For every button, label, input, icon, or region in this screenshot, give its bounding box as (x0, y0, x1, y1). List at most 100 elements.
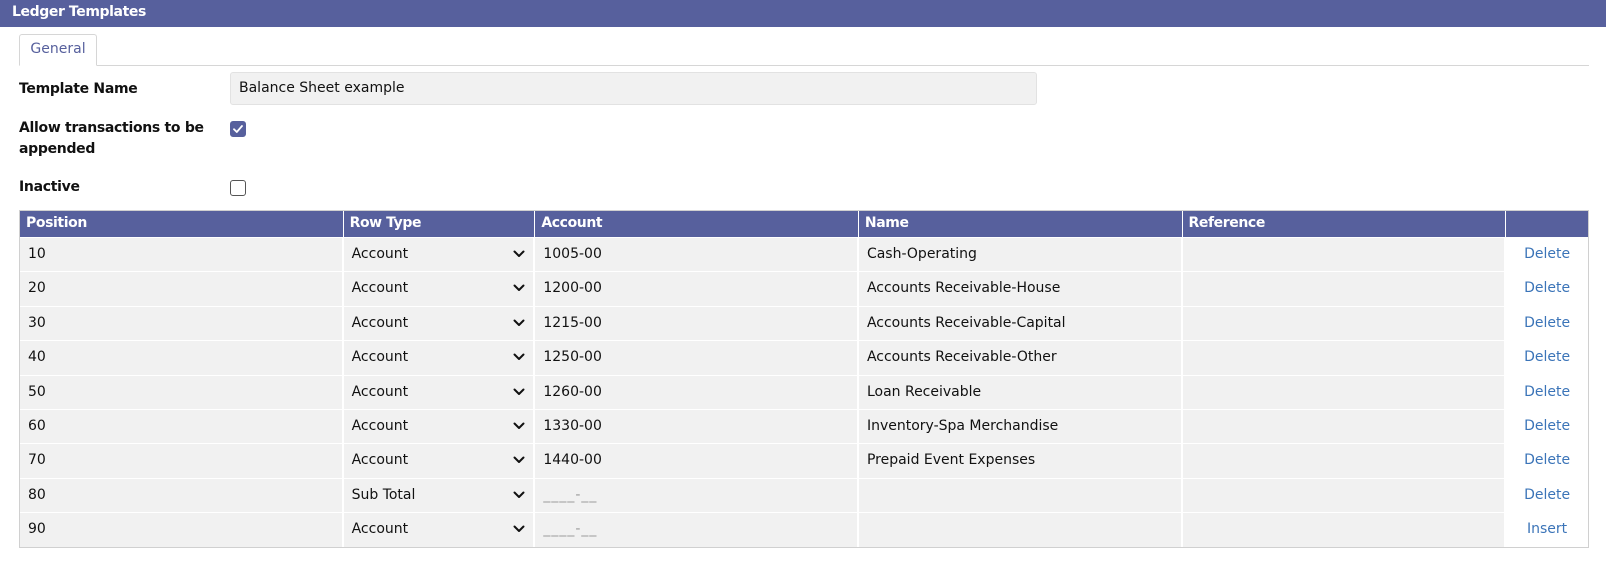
grid-body: 10 Account 1005-00 Cash-Operating Delete 20 Ac… (20, 237, 1589, 547)
position-cell[interactable]: 20 (20, 272, 344, 306)
account-cell[interactable]: 1260-00 (535, 375, 859, 409)
position-cell[interactable]: 30 (20, 306, 344, 341)
position-cell[interactable]: 70 (20, 444, 344, 478)
chevron-down-icon (513, 513, 525, 545)
account-cell[interactable]: ____-__ (535, 513, 859, 547)
name-cell (858, 478, 1183, 513)
delete-link[interactable]: Delete (1506, 375, 1589, 409)
row-type-value: Sub Total (351, 486, 416, 503)
account-cell[interactable]: 1250-00 (535, 341, 859, 375)
chevron-down-icon (513, 410, 525, 442)
account-cell[interactable]: 1005-00 (535, 238, 859, 272)
delete-link[interactable]: Delete (1506, 409, 1589, 444)
table-row: 50 Account 1260-00 Loan Receivable Delete (20, 374, 1589, 409)
name-cell: Prepaid Event Expenses (858, 444, 1183, 478)
name-cell: Inventory-Spa Merchandise (858, 409, 1183, 444)
account-cell[interactable]: 1200-00 (535, 272, 859, 306)
template-name-input[interactable]: Balance Sheet example (230, 72, 1037, 105)
col-header-reference[interactable]: Reference (1183, 211, 1507, 237)
row-type-value: Account (351, 349, 409, 366)
reference-cell[interactable] (1182, 513, 1507, 547)
account-cell[interactable]: 1215-00 (535, 306, 859, 341)
position-cell[interactable]: 40 (20, 341, 344, 375)
allow-append-label: Allow transactions to be appended (19, 118, 204, 160)
delete-link[interactable]: Delete (1506, 306, 1589, 341)
delete-link[interactable]: Delete (1506, 272, 1589, 306)
position-cell[interactable]: 80 (20, 478, 344, 513)
col-header-row-type[interactable]: Row Type (344, 211, 536, 237)
row-type-select[interactable]: Account (343, 409, 536, 444)
position-cell[interactable]: 10 (20, 238, 344, 272)
chevron-down-icon (513, 272, 525, 304)
name-cell: Loan Receivable (858, 375, 1183, 409)
delete-link[interactable]: Delete (1506, 478, 1589, 513)
allow-append-label-line2: appended (19, 141, 96, 157)
inactive-checkbox[interactable] (230, 180, 246, 196)
position-cell[interactable]: 90 (20, 513, 344, 547)
reference-cell[interactable] (1182, 409, 1507, 444)
row-type-value: Account (351, 521, 409, 538)
row-type-value: Account (351, 417, 409, 434)
row-type-select[interactable]: Account (343, 375, 536, 409)
row-type-value: Account (351, 452, 409, 469)
row-type-select[interactable]: Account (343, 444, 536, 478)
name-cell: Cash-Operating (858, 238, 1183, 272)
name-cell (858, 513, 1183, 547)
chevron-down-icon (513, 376, 525, 408)
row-type-value: Account (351, 314, 409, 331)
reference-cell[interactable] (1182, 341, 1507, 375)
reference-cell[interactable] (1182, 238, 1507, 272)
window-title: Ledger Templates (0, 0, 1606, 27)
table-row: 60 Account 1330-00 Inventory-Spa Merchandis… (20, 408, 1589, 444)
col-header-position[interactable]: Position (20, 211, 344, 237)
row-type-select[interactable]: Account (343, 272, 536, 306)
template-name-label: Template Name (19, 81, 138, 97)
chevron-down-icon (513, 444, 525, 476)
name-cell: Accounts Receivable-House (858, 272, 1183, 306)
table-row: 80 Sub Total ____-__ Delete (20, 477, 1589, 513)
table-row: 20 Account 1200-00 Accounts Receivable-Hous… (20, 271, 1589, 306)
delete-link[interactable]: Delete (1506, 238, 1589, 272)
name-cell: Accounts Receivable-Other (858, 341, 1183, 375)
row-type-value: Account (351, 383, 409, 400)
reference-cell[interactable] (1182, 375, 1507, 409)
chevron-down-icon (513, 307, 525, 339)
chevron-down-icon (513, 479, 525, 511)
table-row: 40 Account 1250-00 Accounts Receivable-Othe… (20, 340, 1589, 375)
insert-link[interactable]: Insert (1506, 513, 1589, 547)
row-type-select[interactable]: Account (343, 238, 536, 272)
grid-header: Position Row Type Account Name Reference (20, 211, 1588, 237)
row-type-select[interactable]: Account (343, 306, 536, 341)
chevron-down-icon (513, 238, 525, 270)
delete-link[interactable]: Delete (1506, 444, 1589, 478)
checkmark-icon (233, 125, 243, 133)
table-row: 30 Account 1215-00 Accounts Receivable-Capi… (20, 305, 1589, 341)
table-row: 70 Account 1440-00 Prepaid Event Expenses De… (20, 443, 1589, 478)
delete-link[interactable]: Delete (1506, 341, 1589, 375)
inactive-label: Inactive (19, 179, 80, 195)
tab-general[interactable]: General (19, 34, 97, 66)
col-header-name[interactable]: Name (859, 211, 1183, 237)
reference-cell[interactable] (1182, 478, 1507, 513)
row-type-select[interactable]: Sub Total (343, 478, 536, 513)
position-cell[interactable]: 60 (20, 409, 344, 444)
row-type-value: Account (351, 246, 409, 262)
position-cell[interactable]: 50 (20, 375, 344, 409)
table-row: 10 Account 1005-00 Cash-Operating Delete (20, 237, 1589, 272)
account-cell[interactable]: 1440-00 (535, 444, 859, 478)
col-header-actions (1506, 211, 1588, 237)
row-type-select[interactable]: Account (343, 513, 536, 547)
row-type-select[interactable]: Account (343, 341, 536, 375)
account-cell[interactable]: 1330-00 (535, 409, 859, 444)
reference-cell[interactable] (1182, 272, 1507, 306)
reference-cell[interactable] (1182, 444, 1507, 478)
allow-append-checkbox[interactable] (230, 121, 246, 137)
name-cell: Accounts Receivable-Capital (858, 306, 1183, 341)
reference-cell[interactable] (1182, 306, 1507, 341)
col-header-account[interactable]: Account (535, 211, 859, 237)
ledger-rows-grid: Position Row Type Account Name Reference… (19, 210, 1589, 548)
table-row: 90 Account ____-__ Insert (20, 512, 1589, 547)
account-cell[interactable]: ____-__ (535, 478, 859, 513)
row-type-value: Account (351, 280, 409, 297)
tab-strip: General (19, 34, 1589, 66)
